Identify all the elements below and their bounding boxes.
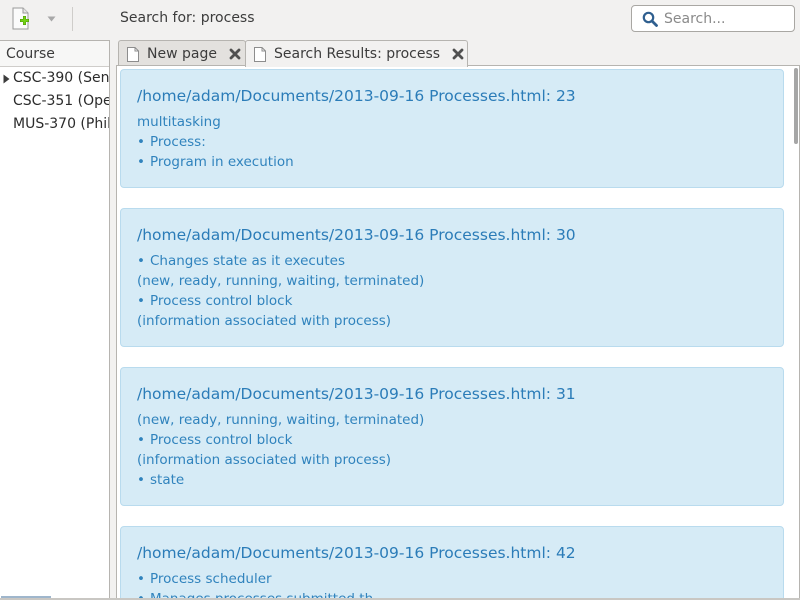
search-results-pane[interactable]: /home/adam/Documents/2013-09-16 Processe… [116,65,800,600]
result-link[interactable]: /home/adam/Documents/2013-09-16 Processe… [137,87,767,105]
course-item[interactable]: CSC-351 (Oper [0,90,109,113]
result-link[interactable]: /home/adam/Documents/2013-09-16 Processe… [137,544,767,562]
close-icon[interactable] [229,48,241,60]
toolbar: Search for: process [0,0,800,38]
close-icon[interactable] [452,48,464,60]
vertical-scrollbar[interactable] [793,66,799,599]
snippet-line: (new, ready, running, waiting, terminate… [137,412,425,428]
snippet-line: (new, ready, running, waiting, terminate… [137,273,425,289]
scrollbar-thumb[interactable] [794,68,798,144]
snippet-bullet-line: Program in execution [137,152,767,172]
result-snippet: multitasking Process: Program in executi… [137,112,767,172]
result-snippet: (new, ready, running, waiting, terminate… [137,410,767,490]
snippet-line: (information associated with process) [137,313,392,329]
tab-new-page[interactable]: New page [118,40,246,67]
snippet-bullet-line: Process control block [137,291,767,311]
search-result: /home/adam/Documents/2013-09-16 Processe… [120,526,784,599]
result-link[interactable]: /home/adam/Documents/2013-09-16 Processe… [137,385,767,403]
snippet-bullet-line: Process: [137,132,767,152]
course-item-label: MUS-370 (Philo [13,116,110,132]
new-document-icon [12,7,29,30]
result-link[interactable]: /home/adam/Documents/2013-09-16 Processe… [137,226,767,244]
snippet-bullet-line: state [137,470,767,490]
tab-bar: New page Search Results: process [110,38,800,67]
new-page-menu-button[interactable] [44,10,58,28]
course-item[interactable]: CSC-390 (Senio [0,67,109,90]
new-page-button[interactable] [6,6,34,32]
snippet-line: (information associated with process) [137,452,392,468]
search-result: /home/adam/Documents/2013-09-16 Processe… [120,208,784,347]
course-item-label: CSC-351 (Oper [13,93,110,109]
search-result: /home/adam/Documents/2013-09-16 Processe… [120,69,784,188]
search-result: /home/adam/Documents/2013-09-16 Processe… [120,367,784,506]
course-item-label: CSC-390 (Senio [13,70,110,86]
course-item[interactable]: MUS-370 (Philo [0,113,109,136]
toolbar-separator [72,7,73,31]
chevron-down-icon [47,16,55,22]
result-snippet: Changes state as it executes (new, ready… [137,251,767,331]
snippet-bullet-line: Changes state as it executes [137,251,767,271]
snippet-bullet-line: Process control block [137,430,767,450]
document-icon [254,46,266,62]
course-column-header[interactable]: Course [0,41,109,67]
result-snippet: Process scheduler Manages processes subm… [137,569,767,599]
snippet-bullet-line: Process scheduler [137,569,767,589]
search-query-label: Search for: process [120,10,255,26]
tab-label: Search Results: process [274,46,441,62]
search-input[interactable] [664,10,784,27]
expand-arrow-icon[interactable] [3,67,12,90]
tab-label: New page [147,46,217,62]
tab-search-results[interactable]: Search Results: process [245,40,468,67]
course-sidebar: Course CSC-390 (Senio CSC-351 (Oper MUS-… [0,40,110,600]
document-icon [127,46,139,62]
snippet-line: multitasking [137,114,221,130]
search-icon [642,11,658,27]
search-box[interactable] [631,5,795,32]
